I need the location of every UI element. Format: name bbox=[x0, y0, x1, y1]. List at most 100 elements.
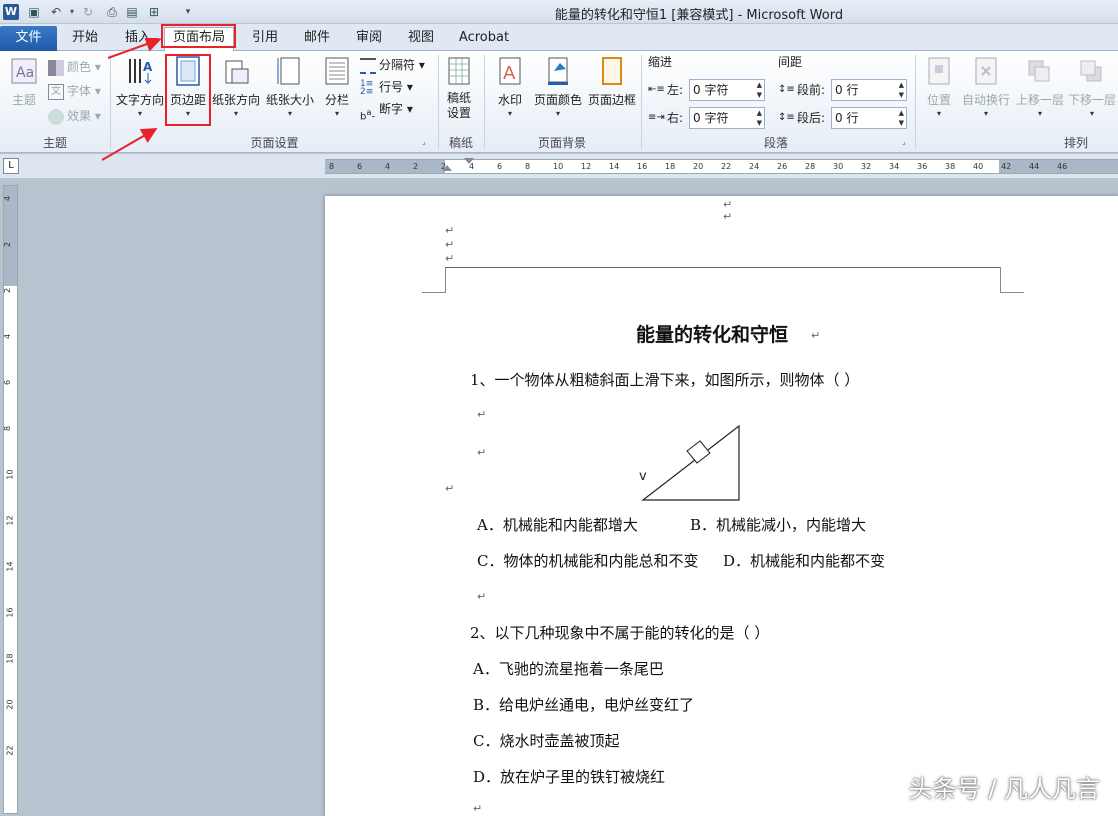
spacing-after-field[interactable]: 0 行 ▲ ▼ bbox=[831, 107, 907, 129]
breaks-button[interactable]: 分隔符 ▾ bbox=[360, 55, 425, 75]
margin-crop-mark bbox=[1000, 292, 1024, 293]
paragraph-mark: ↵ bbox=[445, 224, 455, 237]
page-borders-button[interactable]: 页面边框 bbox=[586, 55, 638, 127]
spacing-after-icon: ↕≡ bbox=[778, 111, 795, 123]
fonts-icon: 文 bbox=[48, 83, 64, 100]
tab-acrobat[interactable]: Acrobat bbox=[452, 28, 516, 50]
title-bar: W ▣ ↶ ▾ ↻ ⎙ ▤ ⊞ ▾ 能量的转化和守恒1 [兼容模式] - Mic… bbox=[0, 0, 1118, 24]
group-label-paragraph: 段落 bbox=[763, 136, 788, 150]
hyphenation-icon: ba- bbox=[360, 106, 376, 122]
vruler-tick-label: 16 bbox=[5, 607, 15, 618]
spinner-icon[interactable]: ▲ ▼ bbox=[899, 108, 904, 128]
bring-forward-icon bbox=[1028, 60, 1050, 82]
tab-view[interactable]: 视图 bbox=[398, 28, 444, 50]
theme-effects-button[interactable]: 效果 ▾ bbox=[48, 106, 101, 126]
vruler-tick-label: 20 bbox=[5, 699, 15, 710]
ruler-tick-label: 14 bbox=[609, 162, 620, 171]
spinner-icon[interactable]: ▲ ▼ bbox=[757, 80, 762, 100]
theme-colors-button[interactable]: 颜色 ▾ bbox=[48, 57, 101, 77]
draft-settings-button[interactable]: 稿纸 设置 bbox=[442, 55, 476, 127]
vertical-ruler[interactable]: 4 2 2 4 6 8 10 12 14 16 18 20 22 bbox=[3, 185, 18, 814]
colors-icon bbox=[48, 59, 64, 76]
ruler-tick-label: 24 bbox=[749, 162, 760, 171]
q1-option-d: D．机械能和内能都不变 bbox=[723, 552, 886, 570]
spacing-before-field[interactable]: 0 行 ▲ ▼ bbox=[831, 79, 907, 101]
svg-text:A: A bbox=[503, 63, 516, 84]
size-button[interactable]: 纸张大小 ▾ bbox=[264, 55, 316, 127]
paragraph-mark: ↵ bbox=[811, 329, 821, 342]
spinner-icon[interactable]: ▲ ▼ bbox=[757, 108, 762, 128]
svg-text:A: A bbox=[143, 60, 153, 74]
document-page[interactable]: ↵ ↵ ↵ ↵ ↵ 能量的转化和守恒 ↵ 1、一个物体从粗糙斜面上滑下来，如图所… bbox=[325, 196, 1118, 816]
paragraph-mark: ↵ bbox=[477, 590, 487, 603]
page-color-button[interactable]: 页面颜色 ▾ bbox=[532, 55, 584, 127]
ruler-tick-label: 28 bbox=[805, 162, 816, 171]
indent-right-field[interactable]: 0 字符 ▲ ▼ bbox=[689, 107, 765, 129]
ruler-tick-label: 44 bbox=[1029, 162, 1040, 171]
group-separator bbox=[110, 55, 111, 149]
text-direction-icon: A bbox=[129, 59, 153, 84]
indent-right-icon: ≡⇥ bbox=[648, 111, 665, 123]
paragraph-mark: ↵ bbox=[445, 252, 455, 265]
spinner-icon[interactable]: ▲ ▼ bbox=[899, 80, 904, 100]
tab-review[interactable]: 审阅 bbox=[346, 28, 392, 50]
position-button[interactable]: 位置 ▾ bbox=[921, 55, 957, 127]
themes-button[interactable]: Aa 主题 bbox=[5, 55, 43, 127]
themes-icon: Aa bbox=[11, 58, 37, 84]
bring-forward-button[interactable]: 上移一层 ▾ bbox=[1014, 55, 1066, 127]
first-line-indent-icon[interactable] bbox=[464, 158, 474, 164]
ruler-tick-label: 6 bbox=[497, 162, 503, 171]
tab-references[interactable]: 引用 bbox=[242, 28, 288, 50]
ruler-tick-label: 38 bbox=[945, 162, 956, 171]
columns-button[interactable]: 分栏 ▾ bbox=[318, 55, 356, 127]
vruler-tick-label: 10 bbox=[5, 469, 15, 480]
group-separator bbox=[915, 55, 916, 149]
position-icon bbox=[928, 57, 950, 85]
ruler-tick-label: 16 bbox=[637, 162, 648, 171]
margins-icon bbox=[176, 56, 200, 86]
ruler-tick-label: 20 bbox=[693, 162, 704, 171]
margins-button[interactable]: 页边距 ▾ bbox=[167, 55, 209, 127]
paragraph-mark: ↵ bbox=[477, 408, 487, 421]
send-backward-button[interactable]: 下移一层 ▾ bbox=[1066, 55, 1118, 127]
theme-fonts-button[interactable]: 文字体 ▾ bbox=[48, 81, 101, 101]
paragraph-launcher-icon[interactable]: ⌟ bbox=[902, 137, 906, 146]
text-direction-button[interactable]: A 文字方向 ▾ bbox=[114, 55, 166, 127]
indent-right-label: ≡⇥ 右: bbox=[648, 111, 684, 125]
q2-option-a: A．飞驰的流星拖着一条尾巴 bbox=[473, 660, 664, 678]
indent-left-field[interactable]: 0 字符 ▲ ▼ bbox=[689, 79, 765, 101]
paragraph-mark: ↵ bbox=[477, 446, 487, 459]
hyphenation-button[interactable]: ba-断字 ▾ bbox=[360, 99, 413, 122]
tab-insert[interactable]: 插入 bbox=[115, 28, 161, 50]
watermark-button[interactable]: A 水印 ▾ bbox=[493, 55, 527, 127]
orientation-icon bbox=[225, 60, 249, 84]
page-color-icon bbox=[548, 57, 568, 85]
tab-file[interactable]: 文件 bbox=[0, 26, 57, 51]
page-setup-launcher-icon[interactable]: ⌟ bbox=[422, 137, 426, 146]
line-numbers-button[interactable]: 1≡ 2≡ 行号 ▾ bbox=[360, 77, 413, 97]
breaks-icon bbox=[360, 57, 376, 74]
ruler-tick-label: 8 bbox=[525, 162, 531, 171]
tab-home[interactable]: 开始 bbox=[62, 28, 108, 50]
horizontal-ruler[interactable]: 8 6 4 2 2 4 6 8 10 12 14 16 18 20 22 24 26 28 30 32 34 36 38 40… bbox=[325, 158, 1118, 174]
vruler-tick-label: 18 bbox=[5, 653, 15, 664]
orientation-button[interactable]: 纸张方向 ▾ bbox=[210, 55, 262, 127]
tab-mailings[interactable]: 邮件 bbox=[294, 28, 340, 50]
document-title: 能量的转化和守恒 bbox=[636, 324, 789, 346]
paper-size-icon bbox=[277, 57, 300, 85]
ruler-tick-label: 46 bbox=[1057, 162, 1068, 171]
ruler-tick-label: 36 bbox=[917, 162, 928, 171]
watermark-text: 头条号 / 凡人凡言 bbox=[908, 775, 1100, 803]
tab-page-layout[interactable]: 页面布局 bbox=[164, 27, 234, 51]
ruler-tick-label: 32 bbox=[861, 162, 872, 171]
indent-marker-icon[interactable] bbox=[442, 165, 452, 171]
q1-option-c: C．物体的机械能和内能总和不变 bbox=[477, 552, 699, 570]
paragraph-mark: ↵ bbox=[723, 210, 733, 223]
ruler-tick-label: 30 bbox=[833, 162, 844, 171]
tab-selector[interactable]: L bbox=[3, 158, 19, 174]
columns-icon bbox=[325, 57, 349, 85]
spacing-after-label: ↕≡ 段后: bbox=[778, 111, 826, 125]
wrap-text-button[interactable]: 自动换行 ▾ bbox=[960, 55, 1012, 127]
margin-crop-mark bbox=[1000, 267, 1001, 293]
group-label-background: 页面背景 bbox=[537, 136, 586, 150]
